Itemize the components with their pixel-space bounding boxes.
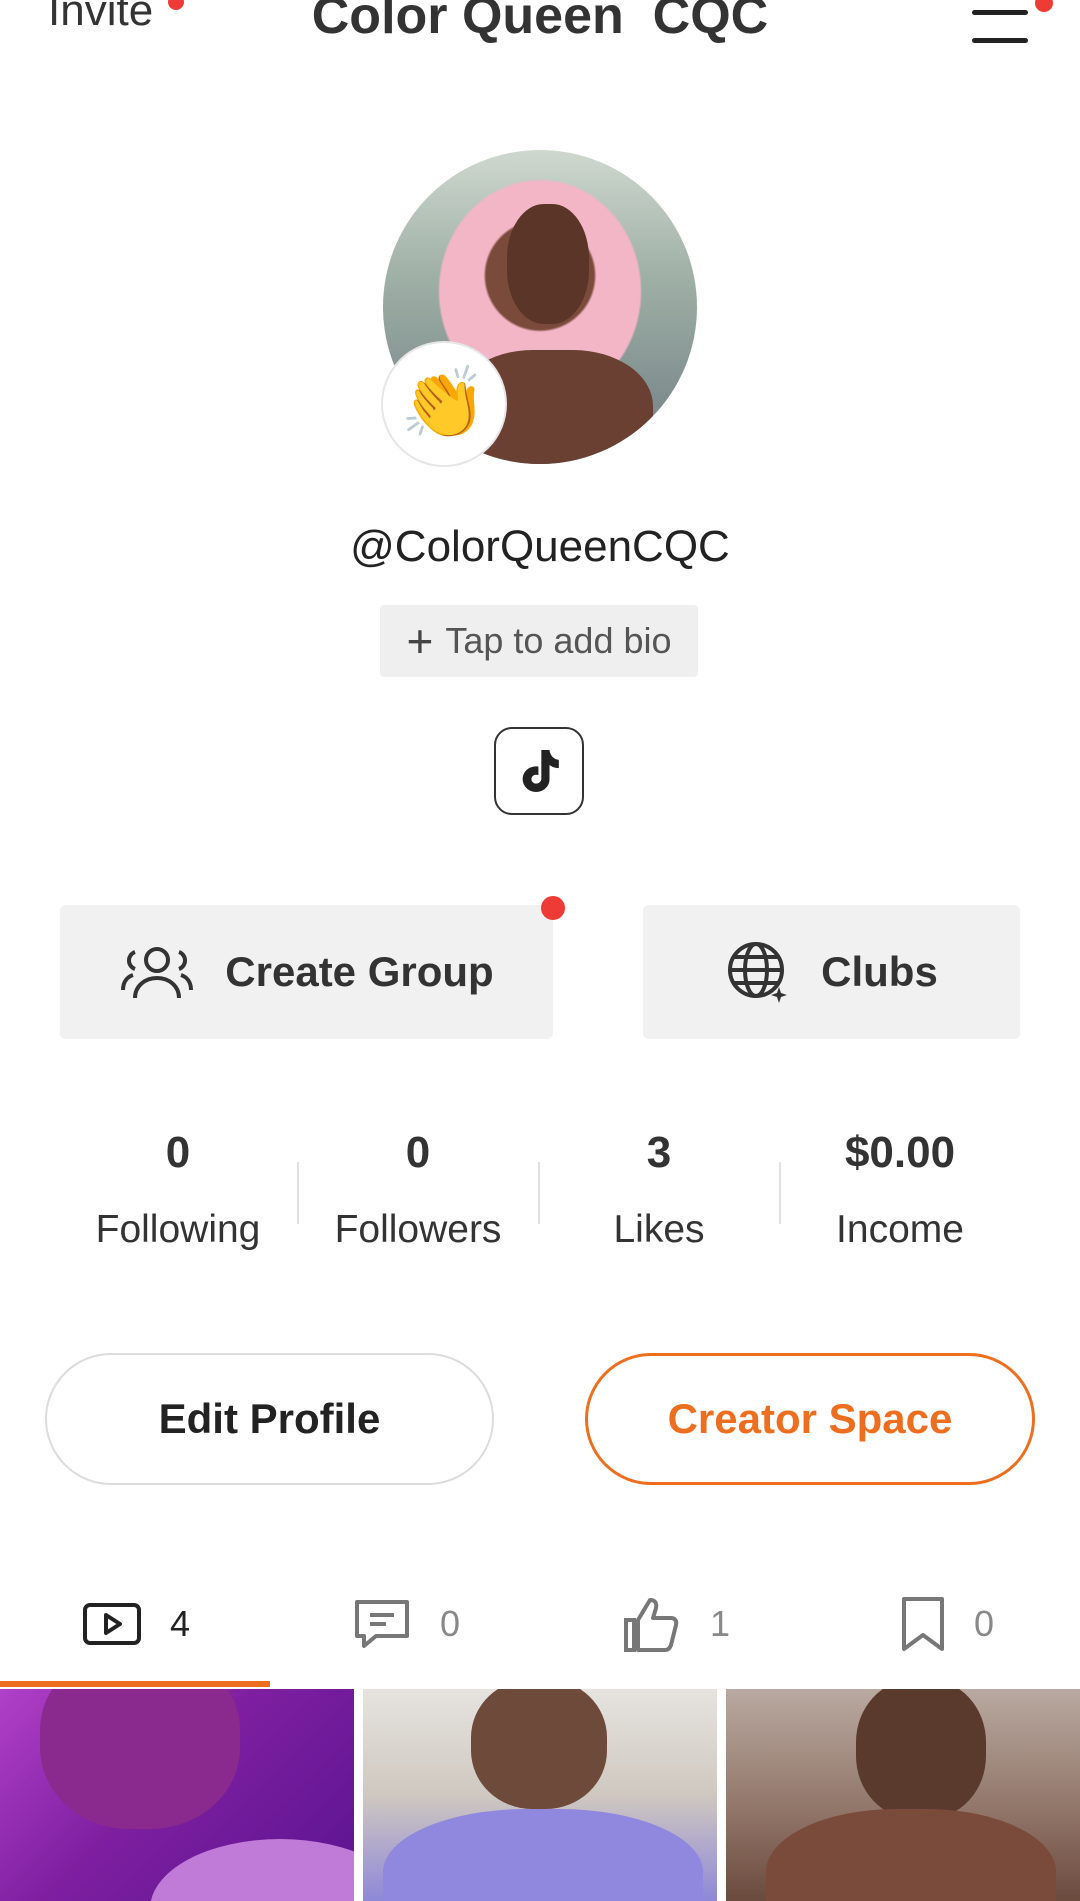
create-group-label: Create Group [225,948,494,995]
stat-label: Followers [334,1208,502,1251]
add-bio-label: Tap to add bio [445,620,672,661]
tab-count: 1 [710,1603,731,1644]
create-group-notification-dot [541,896,565,920]
video-thumbnail[interactable] [363,1689,717,1901]
avatar-photo-face [507,204,589,324]
tab-videos[interactable]: 4 [82,1594,190,1654]
bookmark-icon [902,1597,944,1651]
stat-value: 0 [405,1128,431,1177]
tab-saved[interactable]: 0 [900,1594,994,1654]
tab-count: 0 [440,1603,461,1644]
stat-label: Following [95,1208,261,1251]
tab-comments[interactable]: 0 [352,1594,460,1654]
clapping-hands-icon: 👏 [400,364,488,442]
stat-following[interactable]: 0 Following [58,1128,298,1252]
thumbs-up-icon [624,1598,679,1652]
tiktok-icon [522,750,559,792]
stat-value: $0.00 [844,1128,956,1177]
tiktok-link[interactable] [494,727,584,815]
username-handle: @ColorQueenCQC [350,522,730,571]
edit-profile-button[interactable]: Edit Profile [45,1353,494,1485]
plus-icon: + [406,615,434,667]
video-icon [83,1603,141,1645]
stat-likes[interactable]: 3 Likes [539,1128,779,1252]
active-tab-indicator [0,1681,270,1687]
globe-icon [728,942,788,1003]
menu-icon[interactable] [972,6,1030,46]
stat-value: 3 [646,1128,672,1177]
clubs-label: Clubs [821,948,938,995]
add-bio-button[interactable]: + Tap to add bio [380,605,698,677]
stat-followers[interactable]: 0 Followers [298,1128,538,1252]
create-group-button[interactable]: Create Group [60,905,553,1039]
tab-count: 0 [974,1603,995,1644]
group-icon [121,947,194,999]
video-thumbnail[interactable] [0,1689,354,1901]
video-thumbnail[interactable] [726,1689,1080,1901]
tab-count: 4 [170,1603,191,1644]
creator-space-button[interactable]: Creator Space [585,1353,1035,1485]
avatar-badge[interactable]: 👏 [381,341,507,467]
tab-likes[interactable]: 1 [622,1594,730,1654]
page-title: Color Queen CQC [311,0,769,45]
stat-label: Likes [613,1208,705,1251]
clubs-button[interactable]: Clubs [643,905,1020,1039]
comment-icon [355,1600,409,1648]
stat-income[interactable]: $0.00 Income [780,1128,1020,1252]
stat-value: 0 [165,1128,191,1177]
stat-label: Income [836,1208,964,1251]
